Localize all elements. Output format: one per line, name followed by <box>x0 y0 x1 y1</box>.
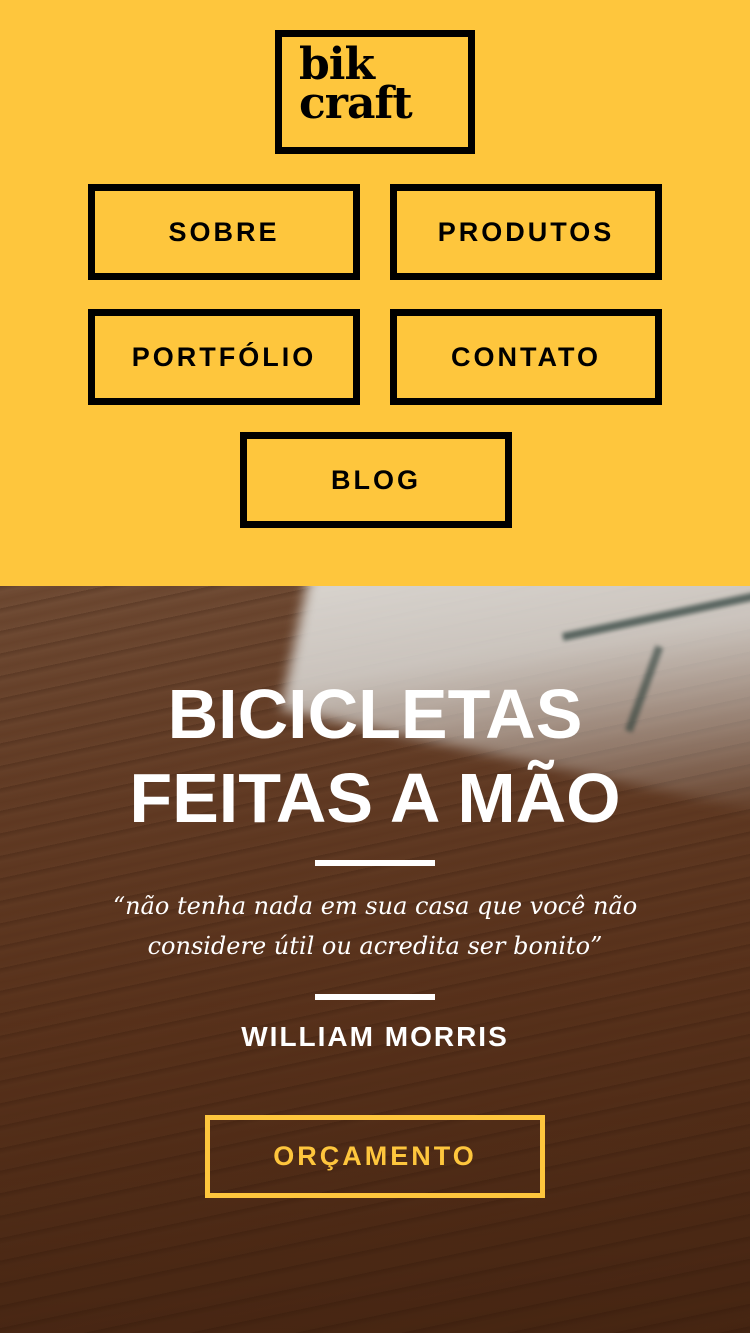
nav-blog-button[interactable]: BLOG <box>240 432 512 528</box>
nav-contato-button[interactable]: CONTATO <box>390 309 662 405</box>
nav-sobre-button[interactable]: SOBRE <box>88 184 360 280</box>
hero-title-line2: FEITAS A MÃO <box>129 759 621 837</box>
hero-section: BICICLETAS FEITAS A MÃO “não tenha nada … <box>0 586 750 1333</box>
hero-quote-line2: considere útil ou acredita ser bonito” <box>147 932 603 960</box>
logo[interactable]: bik craft <box>275 30 475 154</box>
nav-portfolio-button[interactable]: PORTFÓLIO <box>88 309 360 405</box>
divider <box>315 860 435 866</box>
divider <box>315 994 435 1000</box>
hero-title-line1: BICICLETAS <box>167 675 583 753</box>
hero-quote-line1: “não tenha nada em sua casa que você não <box>112 892 638 920</box>
hero-title: BICICLETAS FEITAS A MÃO <box>0 672 750 840</box>
quote-author: WILLIAM MORRIS <box>241 1021 509 1052</box>
orcamento-button[interactable]: ORÇAMENTO <box>205 1115 545 1198</box>
hero-quote: “não tenha nada em sua casa que você não… <box>0 886 750 966</box>
nav-produtos-button[interactable]: PRODUTOS <box>390 184 662 280</box>
logo-text-line2: craft <box>299 78 413 129</box>
site-header: bik craft SOBRE PRODUTOS PORTFÓLIO CONTA… <box>0 0 750 586</box>
